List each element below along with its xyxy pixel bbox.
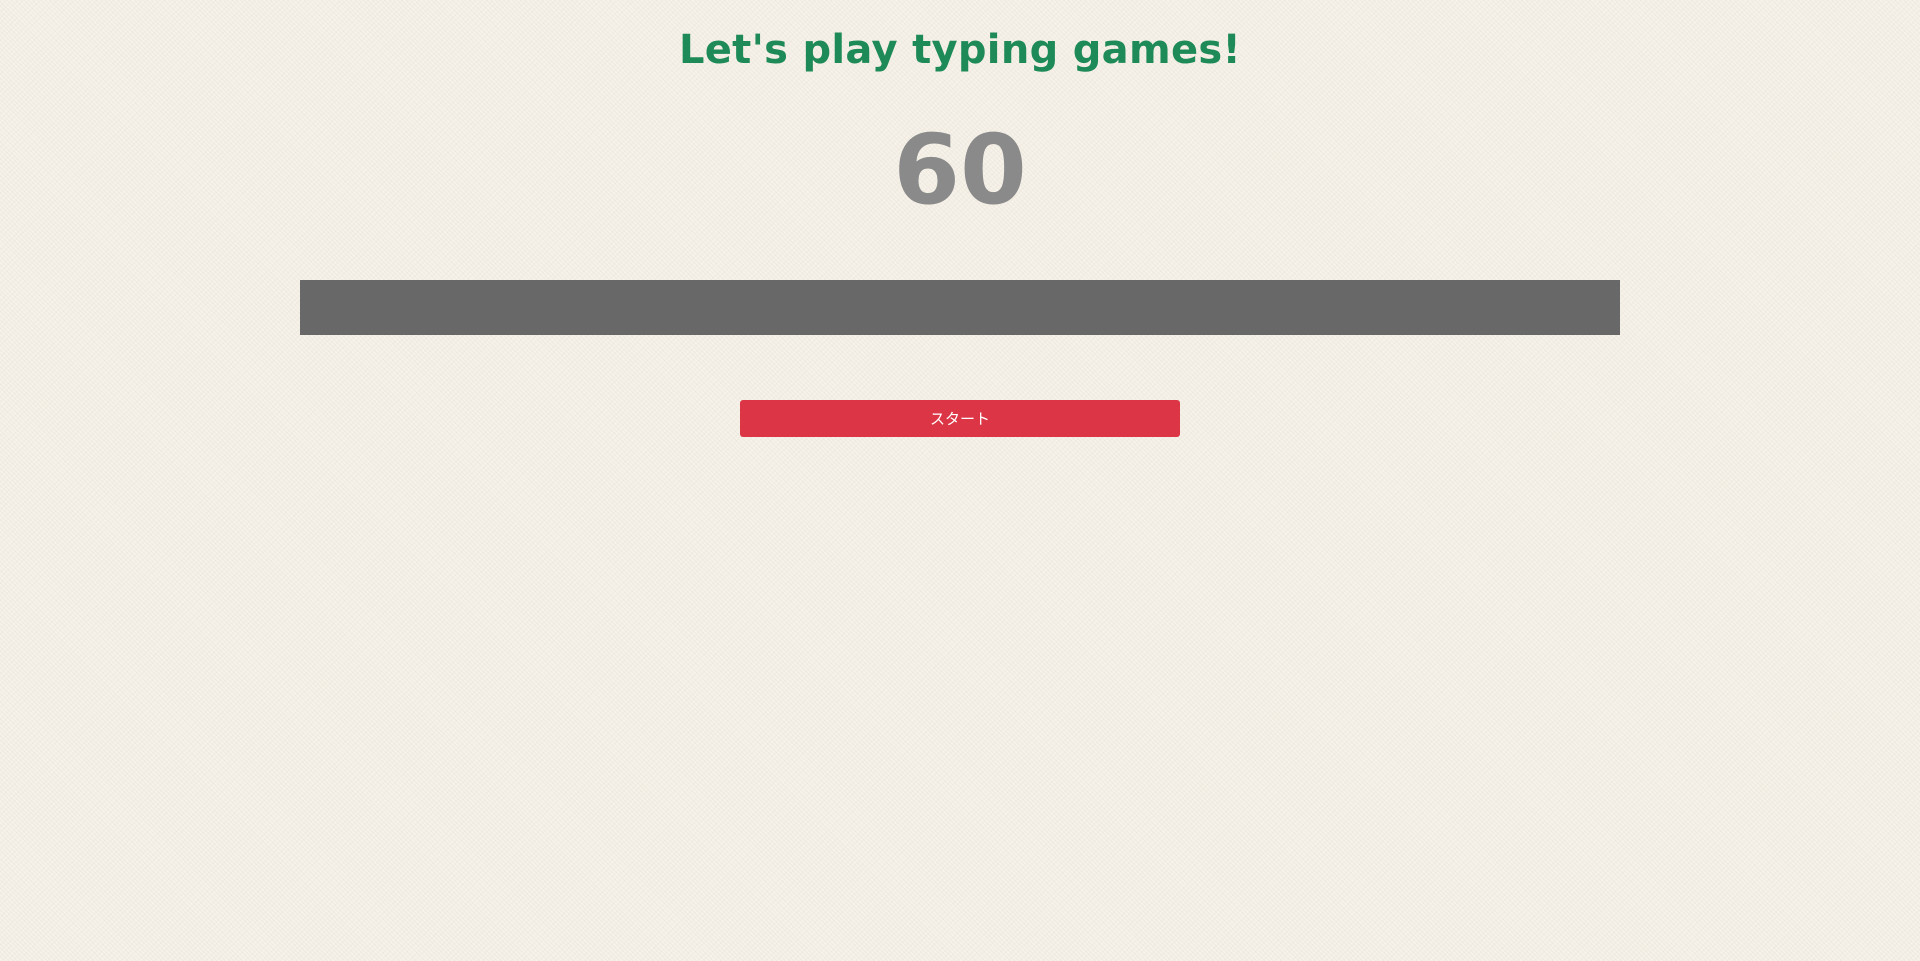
start-button[interactable]: スタート bbox=[740, 400, 1180, 437]
page-title: Let's play typing games! bbox=[678, 27, 1242, 73]
countdown-timer: 60 bbox=[893, 114, 1027, 226]
word-display-bar bbox=[300, 280, 1620, 335]
